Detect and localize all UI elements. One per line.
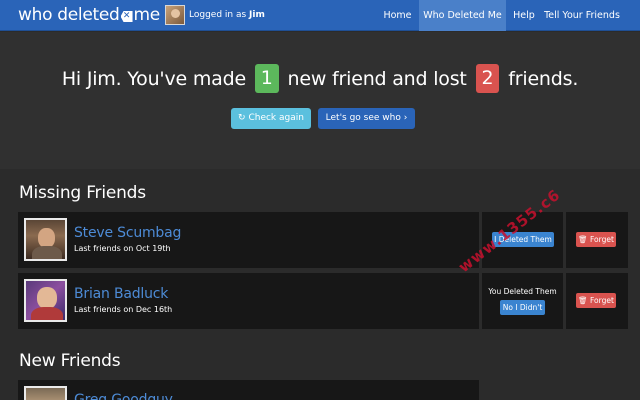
nav-who-deleted-me[interactable]: Who Deleted Me xyxy=(419,0,506,31)
friend-name-link[interactable]: Steve Scumbag xyxy=(74,225,181,241)
last-friends-date: Last friends on Oct 19th xyxy=(74,244,171,253)
refresh-icon: ↻ xyxy=(238,113,246,123)
nav-help[interactable]: Help xyxy=(506,0,542,31)
friend-photo[interactable] xyxy=(24,386,67,400)
no-i-didnt-button[interactable]: No I Didn't xyxy=(500,300,545,315)
check-again-label: Check again xyxy=(248,113,304,123)
last-friends-date: Last friends on Dec 16th xyxy=(74,305,173,314)
trash-icon: 🗑 xyxy=(578,235,588,244)
new-friend-row: Greg Goodguy xyxy=(18,380,628,400)
friend-info-cell: Greg Goodguy xyxy=(18,380,479,400)
chevron-right-icon: › xyxy=(403,113,408,123)
lost-friend-count-badge: 2 xyxy=(475,64,500,93)
nav-home[interactable]: Home xyxy=(376,0,419,31)
friend-photo[interactable] xyxy=(24,279,67,322)
headline-suffix: friends. xyxy=(508,68,579,90)
friend-info-cell: Steve Scumbag Last friends on Oct 19th xyxy=(18,212,479,268)
friend-action-cell: You Deleted Them No I Didn't xyxy=(482,273,563,329)
missing-friends-title: Missing Friends xyxy=(19,183,146,203)
see-who-button[interactable]: Let's go see who › xyxy=(318,108,415,129)
trash-icon: 🗑 xyxy=(578,296,588,305)
headline-greeting: Hi Jim. You've made xyxy=(61,68,246,90)
logged-in-prefix: Logged in as xyxy=(189,10,247,20)
nav-tell-your-friends[interactable]: Tell Your Friends xyxy=(542,0,622,31)
check-again-button[interactable]: ↻ Check again xyxy=(231,108,311,129)
friend-forget-cell: 🗑 Forget xyxy=(566,273,628,329)
brand-suffix: me xyxy=(133,5,161,25)
brand-prefix: who deleted xyxy=(18,5,120,25)
brand-logo[interactable]: who deleted ✕ me xyxy=(18,5,160,25)
new-friends-title: New Friends xyxy=(19,351,121,371)
summary-hero: Hi Jim. You've made 1 new friend and los… xyxy=(0,32,640,169)
forget-label: Forget xyxy=(590,296,614,305)
friend-name-link[interactable]: Brian Badluck xyxy=(74,286,168,302)
headline-middle: new friend and lost xyxy=(287,68,467,90)
friend-info-cell: Brian Badluck Last friends on Dec 16th xyxy=(18,273,479,329)
friend-forget-cell: 🗑 Forget xyxy=(566,212,628,268)
missing-friend-row: Brian Badluck Last friends on Dec 16th Y… xyxy=(18,273,628,329)
logged-in-status: Logged in as Jim xyxy=(189,10,265,20)
logged-in-user-name: Jim xyxy=(249,10,265,20)
forget-label: Forget xyxy=(590,235,614,244)
you-deleted-them-status: You Deleted Them xyxy=(488,287,557,296)
forget-button[interactable]: 🗑 Forget xyxy=(576,232,616,247)
user-avatar[interactable] xyxy=(165,5,185,25)
delete-x-icon: ✕ xyxy=(120,11,133,22)
new-friend-count-badge: 1 xyxy=(254,64,279,93)
see-who-label: Let's go see who xyxy=(325,113,401,123)
top-navbar: who deleted ✕ me Logged in as Jim Home Who… xyxy=(0,0,640,31)
friend-name-link[interactable]: Greg Goodguy xyxy=(74,392,173,400)
summary-headline: Hi Jim. You've made 1 new friend and los… xyxy=(0,64,640,93)
forget-button[interactable]: 🗑 Forget xyxy=(576,293,616,308)
friend-photo[interactable] xyxy=(24,218,67,261)
nav-links: Home Who Deleted Me Help Tell Your Frien… xyxy=(376,0,640,31)
